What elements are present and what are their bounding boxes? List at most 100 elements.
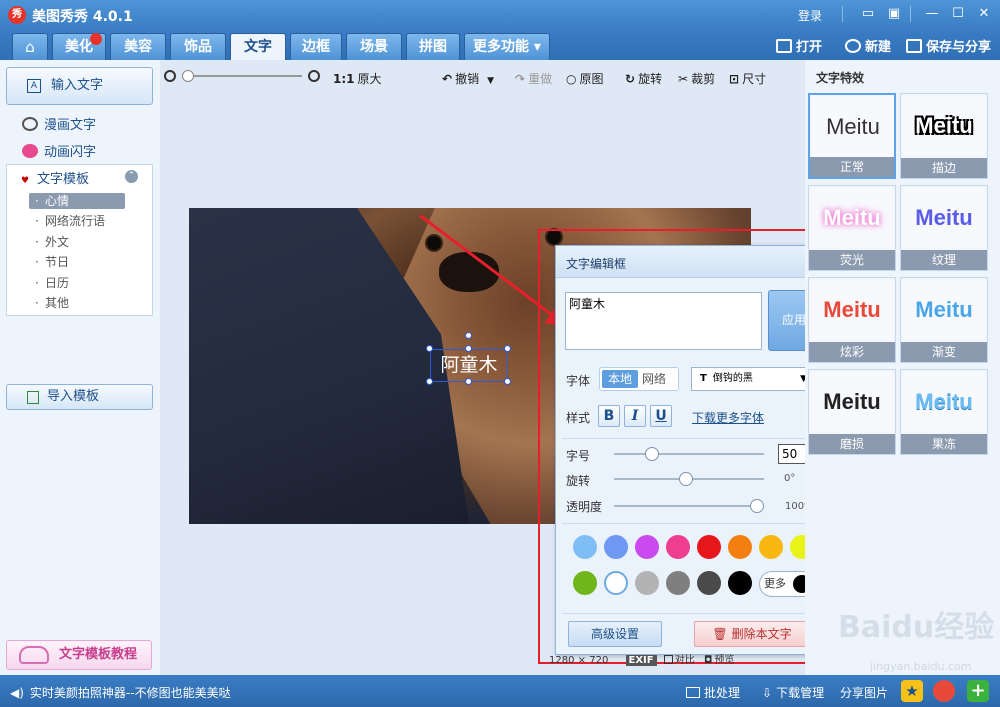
effect-texture[interactable]: Meitu 纹理 bbox=[900, 185, 988, 271]
add-icon[interactable]: + bbox=[967, 680, 989, 702]
open-button[interactable]: 打开 bbox=[776, 36, 822, 55]
font-select[interactable]: T 倒钩的黑 ▼ bbox=[691, 367, 813, 391]
bold-button[interactable]: B bbox=[598, 405, 620, 427]
font-web-tab[interactable]: 网络 bbox=[642, 370, 676, 388]
resize-button[interactable]: ⊡ 尺寸 bbox=[729, 70, 766, 87]
undo-button[interactable]: ↶ 撤销 ▼ bbox=[442, 70, 494, 87]
font-source-toggle: 本地 网络 bbox=[599, 367, 679, 391]
zoom-slider[interactable] bbox=[184, 75, 302, 77]
underline-button[interactable]: U bbox=[650, 405, 672, 427]
opacity-slider-knob[interactable] bbox=[750, 499, 764, 513]
maximize-button[interactable]: ☐ bbox=[948, 5, 968, 23]
original-size-button[interactable]: 1:1 原大 bbox=[333, 70, 382, 87]
size-slider[interactable] bbox=[614, 453, 764, 455]
star-icon[interactable]: ★ bbox=[901, 680, 923, 702]
import-template-button[interactable]: 导入模板 bbox=[6, 384, 153, 410]
color-swatch[interactable] bbox=[728, 571, 752, 595]
effect-stroke[interactable]: Meitu 描边 bbox=[900, 93, 988, 179]
font-local-tab[interactable]: 本地 bbox=[602, 370, 638, 388]
effect-gradient[interactable]: Meitu 渐变 bbox=[900, 277, 988, 363]
templates-header[interactable]: ♥ 文字模板 bbox=[21, 168, 89, 187]
resize-handle[interactable] bbox=[426, 378, 433, 385]
crop-button[interactable]: ✂ 裁剪 bbox=[678, 70, 715, 87]
tab-text[interactable]: 文字 bbox=[230, 33, 286, 60]
skin-icon[interactable]: ▣ bbox=[884, 5, 904, 23]
italic-button[interactable]: I bbox=[624, 405, 646, 427]
rotate-handle[interactable] bbox=[465, 332, 472, 339]
category-calendar[interactable]: 日历 bbox=[29, 275, 125, 291]
resize-handle[interactable] bbox=[426, 345, 433, 352]
resize-handle[interactable] bbox=[465, 345, 472, 352]
download-manager-button[interactable]: ⇩ 下载管理 bbox=[762, 684, 824, 701]
advanced-settings-button[interactable]: 高级设置 bbox=[568, 621, 662, 647]
collapse-icon[interactable]: ⌃ bbox=[125, 170, 138, 183]
effect-jelly[interactable]: Meitu 果冻 bbox=[900, 369, 988, 455]
close-button[interactable]: ✕ bbox=[974, 5, 994, 23]
save-share-button[interactable]: 保存与分享 bbox=[906, 36, 991, 55]
size-slider-knob[interactable] bbox=[645, 447, 659, 461]
effect-normal[interactable]: Meitu 正常 bbox=[808, 93, 896, 179]
color-swatch[interactable] bbox=[666, 535, 690, 559]
rotate-button[interactable]: ↻ 旋转 bbox=[625, 70, 662, 87]
new-button[interactable]: 新建 bbox=[845, 36, 891, 55]
input-text-button[interactable]: A 输入文字 bbox=[6, 67, 153, 105]
zoom-slider-knob[interactable] bbox=[182, 70, 194, 82]
share-image-button[interactable]: 分享图片 bbox=[840, 684, 888, 701]
preview-button[interactable]: ◘ 预览 bbox=[704, 655, 734, 666]
category-mood[interactable]: 心情 bbox=[29, 193, 125, 209]
effect-worn[interactable]: Meitu 磨损 bbox=[808, 369, 896, 455]
minimize-button[interactable]: — bbox=[922, 5, 942, 23]
weibo-icon[interactable] bbox=[933, 680, 955, 702]
compare-button[interactable]: 对比 bbox=[663, 655, 695, 666]
original-image-button[interactable]: ○ 原图 bbox=[566, 70, 604, 87]
color-swatch[interactable] bbox=[573, 571, 597, 595]
color-swatch[interactable] bbox=[604, 535, 628, 559]
color-swatch[interactable] bbox=[759, 535, 783, 559]
text-template-tutorial-button[interactable]: 文字模板教程 bbox=[6, 640, 152, 670]
home-icon[interactable]: ⌂ bbox=[12, 33, 48, 60]
download-fonts-link[interactable]: 下载更多字体 bbox=[692, 409, 764, 426]
effect-rainbow[interactable]: Meitu 炫彩 bbox=[808, 277, 896, 363]
category-holiday[interactable]: 节日 bbox=[29, 254, 125, 270]
tab-frames[interactable]: 边框 bbox=[290, 33, 342, 60]
color-swatch[interactable] bbox=[697, 535, 721, 559]
undo-dropdown-icon[interactable]: ▼ bbox=[487, 76, 494, 86]
resize-handle[interactable] bbox=[504, 345, 511, 352]
rotate-label: 旋转 bbox=[566, 474, 591, 488]
effect-glow[interactable]: Meitu 荧光 bbox=[808, 185, 896, 271]
tab-scenes[interactable]: 场景 bbox=[346, 33, 402, 60]
feedback-icon[interactable]: ▭ bbox=[858, 5, 878, 23]
animated-text-item[interactable]: 动画闪字 bbox=[22, 141, 96, 160]
color-swatch[interactable] bbox=[604, 571, 628, 595]
redo-button[interactable]: ↷ 重做 bbox=[515, 70, 552, 87]
rotate-slider-knob[interactable] bbox=[678, 472, 693, 486]
text-input[interactable]: 阿童木 bbox=[565, 292, 762, 350]
color-swatch[interactable] bbox=[635, 571, 659, 595]
tab-beauty[interactable]: 美容 bbox=[110, 33, 166, 60]
zoom-out-icon[interactable] bbox=[164, 70, 176, 82]
comic-text-item[interactable]: 漫画文字 bbox=[22, 114, 96, 133]
tab-accessories[interactable]: 饰品 bbox=[170, 33, 226, 60]
tab-more-features[interactable]: 更多功能 ▾ bbox=[464, 33, 550, 60]
batch-process-button[interactable]: 批处理 bbox=[686, 684, 740, 701]
dialog-title-bar[interactable]: 文字编辑框 ✕ bbox=[556, 246, 826, 278]
color-swatch[interactable] bbox=[635, 535, 659, 559]
category-other[interactable]: 其他 bbox=[29, 295, 125, 311]
color-swatch[interactable] bbox=[728, 535, 752, 559]
opacity-slider[interactable] bbox=[614, 505, 764, 507]
resize-handle[interactable] bbox=[465, 378, 472, 385]
exif-badge[interactable]: EXIF bbox=[625, 655, 657, 666]
category-foreign[interactable]: 外文 bbox=[29, 234, 125, 250]
magnifier-icon: ◘ bbox=[703, 655, 713, 666]
status-tip[interactable]: ◀) 实时美颜拍照神器--不修图也能美美哒 bbox=[10, 684, 231, 701]
zoom-in-icon[interactable] bbox=[308, 70, 320, 82]
tab-beautify[interactable]: 美化 bbox=[52, 33, 106, 60]
color-swatch[interactable] bbox=[697, 571, 721, 595]
login-link[interactable]: 登录 bbox=[798, 7, 822, 24]
color-swatch[interactable] bbox=[666, 571, 690, 595]
category-internet-slang[interactable]: 网络流行语 bbox=[29, 213, 125, 229]
resize-handle[interactable] bbox=[504, 378, 511, 385]
tab-collage[interactable]: 拼图 bbox=[406, 33, 460, 60]
color-swatch[interactable] bbox=[573, 535, 597, 559]
delete-text-button[interactable]: 🗑 删除本文字 bbox=[694, 621, 810, 647]
